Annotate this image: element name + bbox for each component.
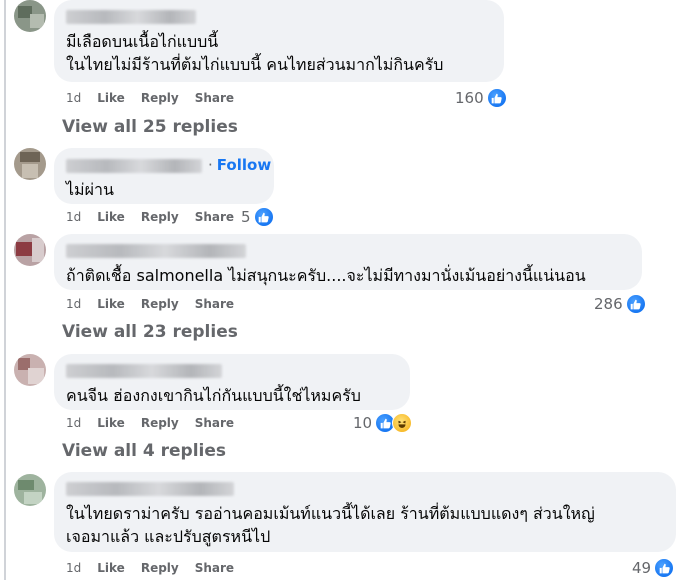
view-replies-link[interactable]: View all 23 replies xyxy=(62,322,238,342)
comment-text: ไม่ผ่าน xyxy=(66,178,262,201)
reaction-count: 286 xyxy=(594,295,623,313)
comment-text-line: ในไทยดราม่าครับ รออ่านคอมเม้นท์แนวนี้ได้… xyxy=(66,504,595,523)
commenter-name[interactable]: · Follow xyxy=(66,156,271,174)
thread-line xyxy=(4,0,6,580)
reaction-count: 160 xyxy=(455,89,484,107)
commenter-name[interactable] xyxy=(66,10,492,26)
follow-label: Follow xyxy=(216,156,272,174)
comment-text-line: เจอมาแล้ว และปรับสูตรหนีไป xyxy=(66,527,271,546)
reply-button[interactable]: Reply xyxy=(141,416,179,430)
comment-bubble: ในไทยดราม่าครับ รออ่านคอมเม้นท์แนวนี้ได้… xyxy=(54,472,676,552)
comment-bubble: คนจีน ฮ่องกงเขากินไก่กันแบบนี้ใช่ไหมครับ xyxy=(54,354,410,410)
haha-icon xyxy=(392,413,413,433)
comment-text-line: ในไทยไม่มีร้านที่ต้มไก่แบบนี้ คนไทยส่วนม… xyxy=(66,55,444,74)
timestamp[interactable]: 1d xyxy=(66,297,81,311)
comment-actions: 1d Like Reply Share xyxy=(66,210,234,224)
comment-text-line: คนจีน ฮ่องกงเขากินไก่กันแบบนี้ใช่ไหมครับ xyxy=(66,386,361,405)
comment-text: ในไทยดราม่าครับ รออ่านคอมเม้นท์แนวนี้ได้… xyxy=(66,502,664,548)
comment-bubble: · Follow ไม่ผ่าน xyxy=(54,148,274,204)
reply-button[interactable]: Reply xyxy=(141,91,179,105)
comment-text-line: มีเลือดบนเนื้อไก่แบบนี้ xyxy=(66,32,219,51)
commenter-name[interactable] xyxy=(66,364,398,380)
like-button[interactable]: Like xyxy=(97,297,125,311)
reaction-summary[interactable]: 286 xyxy=(594,294,646,314)
view-replies-link[interactable]: View all 4 replies xyxy=(62,441,226,461)
share-button[interactable]: Share xyxy=(195,561,234,575)
like-button[interactable]: Like xyxy=(97,91,125,105)
reaction-count: 5 xyxy=(241,208,251,226)
share-button[interactable]: Share xyxy=(195,297,234,311)
comment-text: มีเลือดบนเนื้อไก่แบบนี้ ในไทยไม่มีร้านที… xyxy=(66,30,492,76)
share-button[interactable]: Share xyxy=(195,91,234,105)
like-icon xyxy=(654,558,675,578)
share-button[interactable]: Share xyxy=(195,210,234,224)
follow-button[interactable]: · Follow xyxy=(208,156,271,174)
avatar[interactable] xyxy=(14,148,46,180)
like-button[interactable]: Like xyxy=(97,561,125,575)
avatar[interactable] xyxy=(14,234,46,266)
avatar[interactable] xyxy=(14,354,46,386)
share-button[interactable]: Share xyxy=(195,416,234,430)
reply-button[interactable]: Reply xyxy=(141,297,179,311)
reaction-count: 49 xyxy=(632,559,652,577)
comment-bubble: ถ้าติดเชื้อ salmonella ไม่สนุกนะครับ....… xyxy=(54,234,642,290)
commenter-name[interactable] xyxy=(66,482,664,498)
reaction-count: 10 xyxy=(353,414,373,432)
comment-text-line: ไม่ผ่าน xyxy=(66,180,114,199)
like-button[interactable]: Like xyxy=(97,416,125,430)
comment-text-line: ถ้าติดเชื้อ salmonella ไม่สนุกนะครับ....… xyxy=(66,266,586,285)
comment-actions: 1d Like Reply Share xyxy=(66,416,234,430)
timestamp[interactable]: 1d xyxy=(66,210,81,224)
like-button[interactable]: Like xyxy=(97,210,125,224)
timestamp[interactable]: 1d xyxy=(66,91,81,105)
like-icon xyxy=(625,294,646,314)
comment-actions: 1d Like Reply Share xyxy=(66,91,234,105)
comment-actions: 1d Like Reply Share xyxy=(66,561,234,575)
timestamp[interactable]: 1d xyxy=(66,561,81,575)
comment-text: คนจีน ฮ่องกงเขากินไก่กันแบบนี้ใช่ไหมครับ xyxy=(66,384,398,407)
like-icon xyxy=(486,88,507,108)
reaction-summary[interactable]: 5 xyxy=(241,207,274,227)
comment-bubble: มีเลือดบนเนื้อไก่แบบนี้ ในไทยไม่มีร้านที… xyxy=(54,0,504,82)
reply-button[interactable]: Reply xyxy=(141,561,179,575)
reaction-summary[interactable]: 10 xyxy=(353,413,413,433)
commenter-name[interactable] xyxy=(66,244,630,260)
reaction-summary[interactable]: 49 xyxy=(632,558,675,578)
timestamp[interactable]: 1d xyxy=(66,416,81,430)
like-icon xyxy=(253,207,274,227)
reaction-summary[interactable]: 160 xyxy=(455,88,507,108)
avatar[interactable] xyxy=(14,0,46,32)
comment-text: ถ้าติดเชื้อ salmonella ไม่สนุกนะครับ....… xyxy=(66,264,630,287)
avatar[interactable] xyxy=(14,474,46,506)
reply-button[interactable]: Reply xyxy=(141,210,179,224)
comment-actions: 1d Like Reply Share xyxy=(66,297,234,311)
view-replies-link[interactable]: View all 25 replies xyxy=(62,117,238,137)
